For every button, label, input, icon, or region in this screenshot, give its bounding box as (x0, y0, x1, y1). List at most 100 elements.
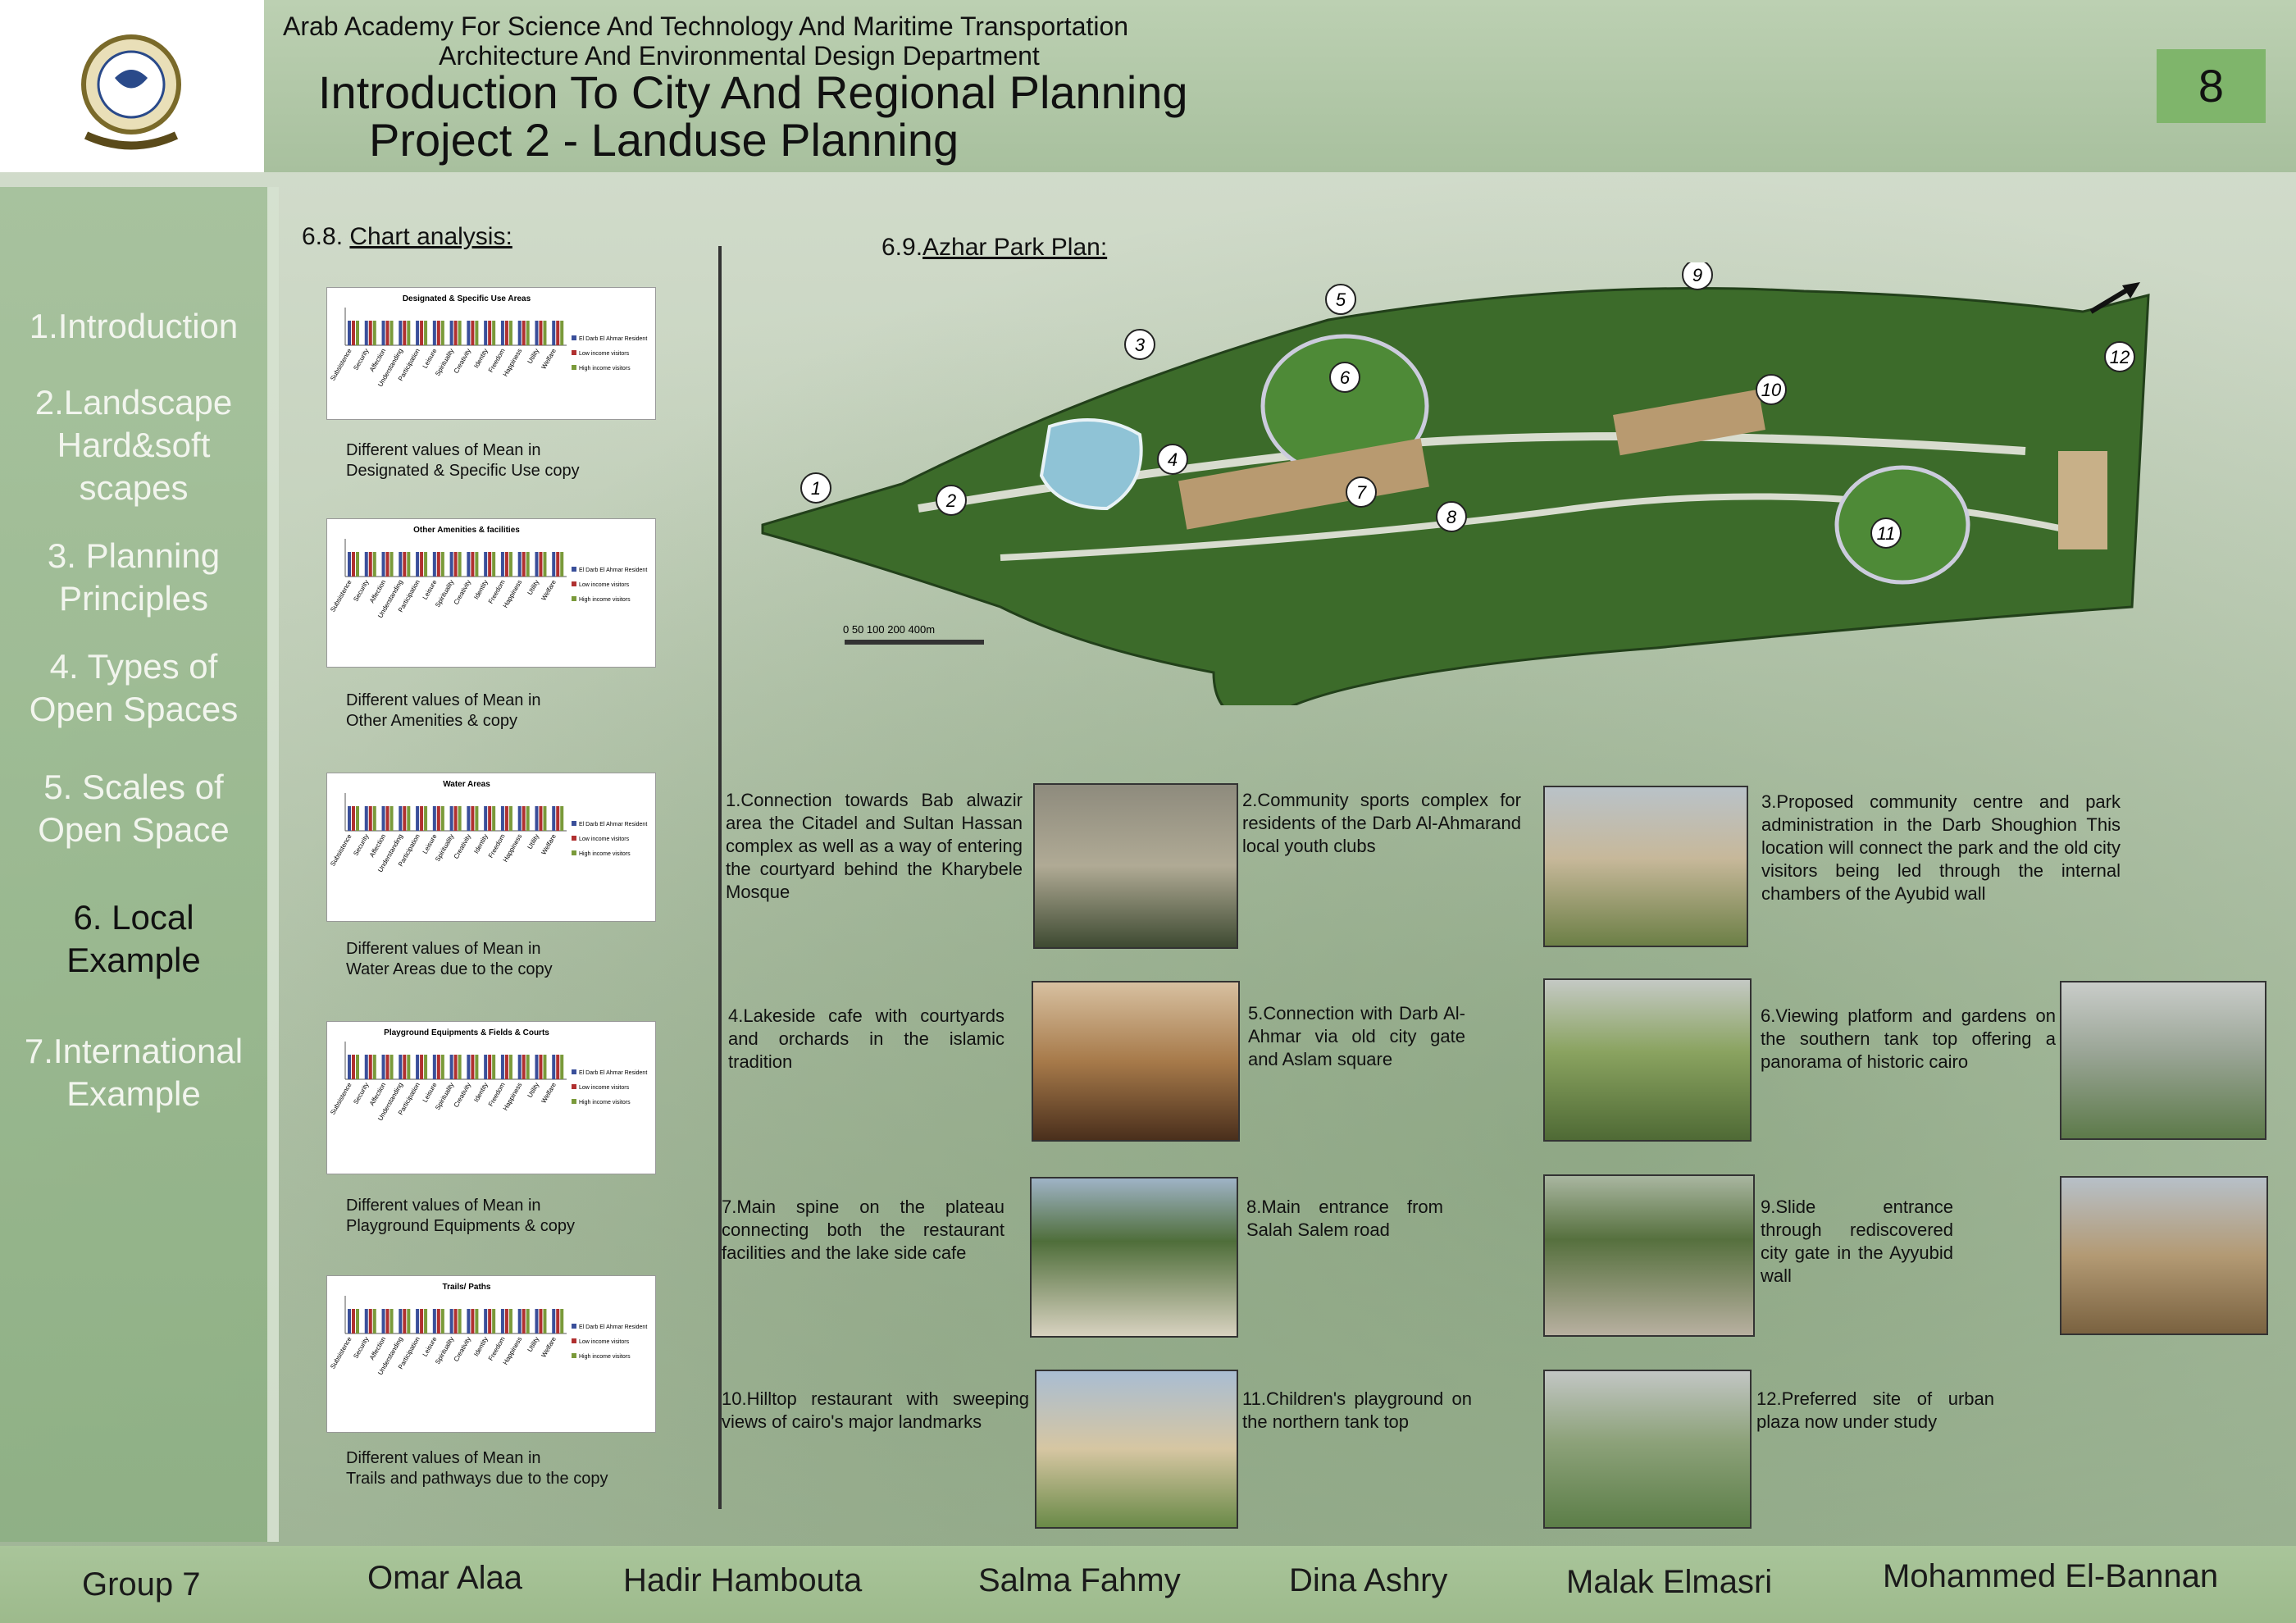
chart-bar (416, 1309, 420, 1334)
x-tick-label: Utility (526, 1336, 541, 1353)
academy-logo (81, 34, 181, 150)
chart-bar (504, 1309, 508, 1334)
legend-label: High income visitors (579, 1354, 631, 1360)
chart-bar (539, 321, 543, 345)
x-tick-label: Utility (526, 348, 541, 365)
plan-marker-label: 6 (1340, 367, 1351, 388)
chart-bar (508, 1309, 512, 1334)
x-tick-label: Identity (472, 348, 490, 370)
legend-label: Low income visitors (579, 1339, 630, 1345)
chart-bar (403, 1309, 407, 1334)
sidebar-item-landscape[interactable]: 2.Landscape Hard&soft scapes (15, 381, 253, 509)
sidebar-item-international-example[interactable]: 7.International Example (15, 1030, 253, 1115)
photo-lakeside-cafe (1032, 981, 1240, 1142)
plan-marker-label: 1 (811, 478, 821, 499)
sidebar-item-introduction[interactable]: 1.Introduction (15, 305, 253, 348)
photo-hilltop-restaurant (1035, 1370, 1238, 1529)
item-4-caption: 4.Lakeside cafe with courtyards and orch… (728, 1005, 1004, 1072)
legend-swatch (572, 1069, 576, 1074)
chart-bar (504, 806, 508, 831)
chart-bar (449, 321, 453, 345)
azhar-park-plan: 123456789101112 0 50 100 200 400m (761, 262, 2150, 705)
chart-bar (522, 321, 526, 345)
chart-bar (484, 321, 488, 345)
chart-bar (467, 806, 471, 831)
x-tick-label: Utility (526, 579, 541, 596)
chart-bar (352, 1055, 355, 1079)
legend-label: High income visitors (579, 366, 631, 372)
chart-bar (436, 321, 440, 345)
chart-title: Trails/ Paths (443, 1283, 491, 1292)
chart-bar (385, 806, 390, 831)
chart-bar (356, 552, 359, 577)
chart-bar (492, 1055, 496, 1079)
legend-label: High income visitors (579, 1100, 631, 1106)
member-name: Hadir Hambouta (623, 1562, 863, 1598)
chart-bar (458, 806, 462, 831)
plan-marker-label: 11 (1877, 523, 1896, 544)
chart-bar (390, 806, 394, 831)
chart-bar (356, 1309, 359, 1334)
chart-bar (399, 1309, 403, 1334)
member-name: Dina Ashry (1289, 1562, 1448, 1598)
x-tick-label: Utility (526, 1082, 541, 1099)
legend-label: El Darb El Ahmar Resident (579, 336, 647, 342)
item-10-caption: 10.Hilltop restaurant with sweeping view… (722, 1388, 1029, 1432)
member-name: Mohammed El-Bannan (1883, 1558, 2219, 1594)
chart-bar (526, 552, 530, 577)
photo-citadel (1033, 783, 1238, 949)
chart-bar (539, 1055, 543, 1079)
sidebar-item-open-spaces[interactable]: 4. Types of Open Spaces (15, 645, 253, 731)
chart-bar (352, 321, 355, 345)
chart-bar (484, 552, 488, 577)
chart-bar (467, 552, 471, 577)
scale-bar: 0 50 100 200 400m (843, 623, 984, 645)
project-title: Project 2 - Landuse Planning (369, 114, 959, 166)
chart-bar (348, 552, 351, 577)
chart-bar (390, 1309, 394, 1334)
chart-bar (535, 321, 539, 345)
course-title: Introduction To City And Regional Planni… (318, 66, 1188, 118)
sidebar-item-local-example[interactable]: 6. Local Example (15, 896, 253, 982)
x-tick-label: Creativity (453, 348, 472, 375)
x-tick-label: Welfare (540, 832, 558, 856)
legend-label: Low income visitors (579, 1085, 630, 1091)
chart-bar (436, 806, 440, 831)
x-tick-label: Utility (526, 833, 541, 850)
legend-swatch (572, 1353, 576, 1358)
chart-bar (440, 806, 444, 831)
chart-bar (471, 1309, 475, 1334)
chart-bar (424, 552, 428, 577)
sidebar-item-planning-principles[interactable]: 3. Planning Principles (15, 535, 253, 620)
item-7-caption: 7.Main spine on the plateau connecting b… (722, 1197, 1004, 1263)
chart-bar (440, 552, 444, 577)
x-tick-label: Subsistence (329, 1081, 353, 1116)
chart-bar (539, 1309, 543, 1334)
chart-bar (449, 1055, 453, 1079)
chart-bar (552, 1055, 556, 1079)
legend-label: El Darb El Ahmar Resident (579, 1324, 647, 1330)
chart-bar (467, 1309, 471, 1334)
chart-bar (407, 1309, 411, 1334)
chart-bar (517, 321, 522, 345)
chart-bar (560, 1309, 564, 1334)
chart-bar (352, 806, 355, 831)
legend-swatch (572, 365, 576, 370)
chart-bar (368, 1055, 372, 1079)
x-tick-label: Creativity (453, 579, 472, 606)
chart-bar (475, 1309, 479, 1334)
chart-bar (556, 321, 560, 345)
x-tick-label: Security (352, 579, 370, 604)
chart-bar (471, 321, 475, 345)
chart-bar (390, 552, 394, 577)
chart-bar (432, 321, 436, 345)
sidebar-item-scales[interactable]: 5. Scales of Open Space (15, 766, 253, 851)
chart-bar (492, 321, 496, 345)
chart-bar (372, 321, 376, 345)
chart-bar (352, 1309, 355, 1334)
plan-marker-label: 12 (2110, 347, 2130, 367)
item-2-caption: 2.Community sports complex for residents… (1242, 790, 1521, 856)
chart-water-areas: Water Areas Subsistence Security Affection U… (326, 773, 656, 922)
chart-bar (453, 806, 458, 831)
chart-bar (436, 1055, 440, 1079)
